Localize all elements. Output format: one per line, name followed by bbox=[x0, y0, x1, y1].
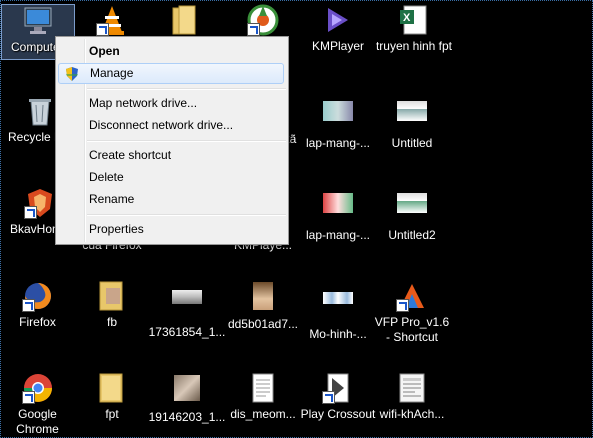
play-crossout-label: Play Crossout bbox=[300, 407, 376, 421]
image-thumb-icon bbox=[396, 193, 428, 225]
lap-mang-1-label: lap-mang-... bbox=[305, 136, 371, 150]
shortcut-arrow-icon bbox=[24, 206, 37, 219]
dis-meom-desktop-icon[interactable]: dis_meom... bbox=[223, 372, 303, 422]
coccoc-icon bbox=[247, 4, 279, 36]
fpt-folder-desktop-icon[interactable]: fpt bbox=[72, 372, 152, 422]
lap-mang-2-label: lap-mang-... bbox=[305, 228, 371, 242]
untitled2-label: Untitled2 bbox=[388, 228, 436, 242]
untitled-label: Untitled bbox=[391, 136, 433, 150]
untitled-desktop-icon[interactable]: Untitled bbox=[372, 95, 452, 151]
untitled2-desktop-icon[interactable]: Untitled2 bbox=[372, 187, 452, 243]
bkav-icon bbox=[24, 187, 56, 219]
menu-item-open[interactable]: Open bbox=[58, 41, 284, 61]
fb-label: fb bbox=[106, 315, 117, 329]
context-menu: Open Manage Map network drive... Disconn… bbox=[55, 36, 289, 245]
play-crossout-desktop-icon[interactable]: Play Crossout bbox=[298, 372, 378, 422]
kmplayer-label: KMPlayer bbox=[311, 39, 364, 53]
firefox-label: Firefox bbox=[19, 315, 56, 329]
wifi-khach-desktop-icon[interactable]: wifi-khAch... bbox=[372, 372, 452, 422]
dis-meom-label: dis_meom... bbox=[230, 407, 296, 421]
img-17361854-label: 17361854_1... bbox=[148, 325, 226, 339]
shortcut-arrow-icon bbox=[322, 391, 335, 404]
computer-icon bbox=[22, 5, 54, 37]
firefox-icon bbox=[21, 280, 54, 312]
truyen-hinh-fpt-label: truyen hinh fpt bbox=[375, 39, 453, 53]
google-chrome-desktop-icon[interactable]: Google Chrome bbox=[0, 372, 75, 437]
firefox-desktop-icon[interactable]: Firefox bbox=[0, 280, 75, 330]
mo-hinh-label: Mo-hinh-... bbox=[309, 327, 367, 341]
document-icon bbox=[396, 372, 428, 404]
google-chrome-label: Google Chrome bbox=[16, 407, 59, 436]
menu-item-manage-label: Manage bbox=[90, 66, 134, 80]
excel-file-icon: X bbox=[398, 4, 430, 36]
img-19146203-desktop-icon[interactable]: 19146203_1... bbox=[147, 372, 227, 425]
menu-separator bbox=[87, 88, 286, 90]
vlc-desktop-icon[interactable] bbox=[72, 4, 152, 39]
folder-desktop-icon[interactable] bbox=[145, 4, 225, 39]
folder-photo-icon bbox=[96, 280, 128, 312]
shortcut-arrow-icon bbox=[96, 23, 109, 36]
menu-item-map-network-drive[interactable]: Map network drive... bbox=[58, 93, 284, 113]
lap-mang-2-desktop-icon[interactable]: lap-mang-... bbox=[298, 187, 378, 243]
menu-item-delete[interactable]: Delete bbox=[58, 167, 284, 187]
shortcut-arrow-icon bbox=[247, 23, 260, 36]
image-thumb-icon bbox=[322, 292, 354, 324]
img-17361854-desktop-icon[interactable]: 17361854_1... bbox=[147, 280, 227, 340]
shortcut-arrow-icon bbox=[21, 299, 35, 312]
shortcut-arrow-icon bbox=[396, 299, 409, 312]
image-thumb-icon bbox=[322, 193, 354, 225]
recycle-bin-icon bbox=[24, 95, 56, 127]
vfp-pro-label: VFP Pro_v1.6 - Shortcut bbox=[374, 315, 450, 344]
vfp-pro-desktop-icon[interactable]: VFP Pro_v1.6 - Shortcut bbox=[372, 280, 452, 345]
image-thumb-icon bbox=[322, 101, 354, 133]
image-thumb-icon bbox=[396, 101, 428, 133]
wifi-khach-label: wifi-khAch... bbox=[379, 407, 445, 421]
image-thumb-icon bbox=[247, 282, 279, 314]
uac-shield-icon bbox=[65, 67, 79, 81]
coccoc-desktop-icon[interactable] bbox=[223, 4, 303, 39]
mo-hinh-desktop-icon[interactable]: Mo-hinh-... bbox=[298, 280, 378, 342]
folder-icon bbox=[169, 4, 201, 36]
menu-separator bbox=[87, 140, 286, 142]
kmplayer-icon bbox=[322, 4, 354, 36]
menu-item-rename[interactable]: Rename bbox=[58, 189, 284, 209]
menu-item-disconnect-network-drive[interactable]: Disconnect network drive... bbox=[58, 115, 284, 135]
svg-text:X: X bbox=[403, 12, 411, 24]
crossout-icon bbox=[322, 372, 354, 404]
vfp-icon bbox=[396, 280, 428, 312]
img-19146203-label: 19146203_1... bbox=[148, 410, 226, 424]
lap-mang-1-desktop-icon[interactable]: lap-mang-... bbox=[298, 95, 378, 151]
kmplayer-desktop-icon[interactable]: KMPlayer bbox=[298, 4, 378, 54]
img-dd5b01ad7-label: dd5b01ad7... bbox=[227, 317, 299, 331]
fpt-label: fpt bbox=[105, 407, 119, 421]
menu-item-properties[interactable]: Properties bbox=[58, 219, 284, 239]
image-thumb-icon bbox=[171, 290, 203, 322]
menu-item-create-shortcut[interactable]: Create shortcut bbox=[58, 145, 284, 165]
menu-item-manage[interactable]: Manage bbox=[58, 63, 284, 84]
shortcut-arrow-icon bbox=[21, 391, 35, 404]
vlc-icon bbox=[96, 4, 128, 36]
image-thumb-icon bbox=[171, 375, 203, 407]
chrome-icon bbox=[21, 372, 54, 404]
img-dd5b01ad7-desktop-icon[interactable]: dd5b01ad7... bbox=[223, 280, 303, 332]
truyen-hinh-fpt-desktop-icon[interactable]: X truyen hinh fpt bbox=[374, 4, 454, 54]
text-file-icon bbox=[247, 372, 279, 404]
fb-folder-desktop-icon[interactable]: fb bbox=[72, 280, 152, 330]
folder-icon bbox=[96, 372, 128, 404]
menu-separator bbox=[87, 214, 286, 216]
